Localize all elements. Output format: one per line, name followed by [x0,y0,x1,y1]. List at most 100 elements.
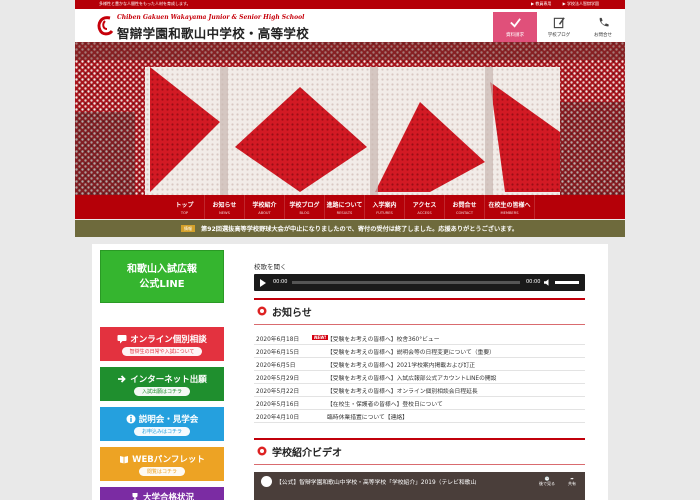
video-section-title: 学校紹介ビデオ [272,447,342,459]
online-consultation-title: オンライン個別相談 [130,334,207,345]
nav-news-sub: NEWS [219,210,230,215]
phone-icon [599,17,609,27]
site-header: Chiben Gakuen Wakayama Junior & Senior H… [75,9,625,42]
nav-news[interactable]: お知らせ NEWS [205,195,245,219]
nav-contact[interactable]: お問合せ CONTACT [445,195,485,219]
list-item[interactable]: 2020年5月16日 【在校生・保護者の皆様へ】登校日について [254,397,585,410]
list-item[interactable]: 2020年5月29日 【受験をお考えの皆様へ】入試広報部公式アカウントLINEの開… [254,371,585,384]
channel-avatar[interactable] [261,476,272,487]
nav-blog-sub: BLOG [299,210,310,215]
audio-player: 00:00 00:00 [254,274,585,291]
online-consultation-sub: 智辯生の日常や入試について [121,346,203,356]
request-materials-button[interactable]: 資料請求 [493,12,537,42]
news-text[interactable]: 【受験をお考えの皆様へ】説明会等の日程変更について（重要） [327,347,495,356]
nav-members-label: 在校生の皆様へ [488,201,531,209]
internet-application-sub: 入試出願はコチラ [133,386,190,396]
logo-english: Chiben Gakuen Wakayama Junior & Senior H… [117,14,305,21]
news-list: 2020年6月18日 NEW! 【受験をお考えの皆様へ】校舎360°ビュー 2020… [254,332,585,423]
news-text[interactable]: 【受験をお考えの皆様へ】校舎360°ビュー [327,334,440,343]
web-pamphlet-sub: 閲覧はコチラ [138,466,185,476]
news-section-header: お知らせ [254,298,585,325]
nav-top-sub: TOP [180,210,189,215]
nav-top-label: トップ [175,201,194,209]
book-icon [120,455,129,463]
line-banner[interactable]: 和歌山入試広報 公式LINE [100,250,224,303]
news-text[interactable]: 【在校生・保護者の皆様へ】登校日について [327,399,443,408]
tagline: 多様性と豊かな人間性をもった人材を育成します。 [99,1,191,6]
web-pamphlet-button[interactable]: WEBパンフレット 閲覧はコチラ [100,447,224,481]
list-item[interactable]: 2020年5月22日 【受験をお考えの皆様へ】オンライン個別相談会日程延長 [254,384,585,397]
online-consultation-button[interactable]: オンライン個別相談 智辯生の日常や入試について [100,327,224,361]
internet-application-button[interactable]: インターネット出願 入試出願はコチラ [100,367,224,401]
pencil-icon [553,17,565,29]
nav-about-label: 学校紹介 [252,201,277,209]
web-pamphlet-title: WEBパンフレット [132,454,205,465]
nav-results-sub: RESULTS [336,210,353,215]
sidebar: 和歌山入試広報 公式LINE オンライン個別相談 智辯生の日常や入試について イ… [100,250,226,500]
nav-blog-label: 学校ブログ [289,201,320,209]
nav-about[interactable]: 学校紹介 ABOUT [245,195,285,219]
trophy-icon [132,493,138,500]
main-nav: トップ TOP お知らせ NEWS 学校紹介 ABOUT 学校ブログ BLOG 進路につ… [75,195,625,219]
watch-later-label: 後で見る [539,481,555,486]
nav-members-sub: MEMBERS [500,210,519,215]
nav-access-label: アクセス [412,201,437,209]
list-item[interactable]: 2020年6月15日 【受験をお考えの皆様へ】説明会等の日程変更について（重要） [254,345,585,358]
nav-results-label: 進路について [326,201,363,209]
school-blog-label: 学校ブログ [547,33,571,38]
contact-label: お問合せ [594,33,612,38]
current-time: 00:00 [273,279,288,285]
volume-slider[interactable] [555,281,579,284]
school-blog-button[interactable]: 学校ブログ [537,12,581,42]
news-date: 2020年6月5日 [256,362,296,369]
nav-news-label: お知らせ [212,201,237,209]
nav-top[interactable]: トップ TOP [165,195,205,219]
news-text[interactable]: 【受験をお考えの皆様へ】2021学校案内掲載および訂正 [327,360,475,369]
ticker-message[interactable]: 第92回選抜高等学校野球大会が中止になりましたので、寄付の受付は終了しました。応… [201,224,518,233]
briefing-session-button[interactable]: 説明会・見学会 お申込みはコチラ [100,407,224,441]
nav-blog[interactable]: 学校ブログ BLOG [285,195,325,219]
internet-application-title: インターネット出願 [130,374,207,385]
video-embed[interactable]: 【公式】智辯学園和歌山中学校・高等学校「学校紹介」2019（テレビ和歌山 🕑 後で… [254,472,585,500]
school-logo-icon[interactable] [96,15,114,37]
teacher-link[interactable]: ▶ 教員専用 [531,1,551,6]
audio-progress-track[interactable] [292,281,520,284]
request-materials-label: 資料請求 [506,33,524,38]
line-banner-line1: 和歌山入試広報 [127,263,197,275]
logo-japanese[interactable]: 智辯学園和歌山中学校・高等学校 [117,23,309,42]
nav-access[interactable]: アクセス ACCESS [405,195,445,219]
play-icon[interactable] [260,279,266,287]
news-text[interactable]: 臨時休業措置について【連絡】 [327,412,408,421]
watch-later-button[interactable]: 🕑 後で見る [539,476,555,487]
section-mark-icon [257,306,267,316]
news-section-title: お知らせ [272,307,312,319]
ticker-badge: 情報 [181,225,195,232]
list-item[interactable]: 2020年6月5日 【受験をお考えの皆様へ】2021学校案内掲載および訂正 [254,358,585,371]
nav-contact-label: お問合せ [452,201,477,209]
volume-icon[interactable] [544,279,551,286]
nav-futures-label: 入学案内 [372,201,397,209]
university-results-button[interactable]: 大学合格状況 [100,487,224,500]
corporation-link[interactable]: ▶ 学校法人智辯学園 [563,1,599,6]
nav-members[interactable]: 在校生の皆様へ MEMBERS [485,195,535,219]
nav-futures[interactable]: 入学案内 FUTURES [365,195,405,219]
nav-access-sub: ACCESS [417,210,432,215]
video-title[interactable]: 【公式】智辯学園和歌山中学校・高等学校「学校紹介」2019（テレビ和歌山 [276,477,476,486]
contact-button[interactable]: お問合せ [581,12,625,42]
list-item[interactable]: 2020年4月10日 臨時休業措置について【連絡】 [254,410,585,423]
school-song-label: 校歌を聞く [254,263,287,271]
news-text[interactable]: 【受験をお考えの皆様へ】オンライン個別相談会日程延長 [327,386,478,395]
check-icon [509,18,521,28]
news-text[interactable]: 【受験をお考えの皆様へ】入試広報部公式アカウントLINEの開設 [327,373,496,382]
news-date: 2020年5月29日 [256,375,300,382]
news-date: 2020年5月16日 [256,401,300,408]
briefing-session-title: 説明会・見学会 [138,414,199,425]
news-date: 2020年6月18日 [256,336,300,343]
list-item[interactable]: 2020年6月18日 NEW! 【受験をお考えの皆様へ】校舎360°ビュー [254,332,585,345]
briefing-session-sub: お申込みはコチラ [133,426,190,436]
share-button[interactable]: ➦ 共有 [568,476,576,487]
nav-results[interactable]: 進路について RESULTS [325,195,365,219]
video-section-header: 学校紹介ビデオ [254,438,585,465]
nav-contact-sub: CONTACT [455,210,474,215]
new-badge: NEW! [312,335,329,340]
